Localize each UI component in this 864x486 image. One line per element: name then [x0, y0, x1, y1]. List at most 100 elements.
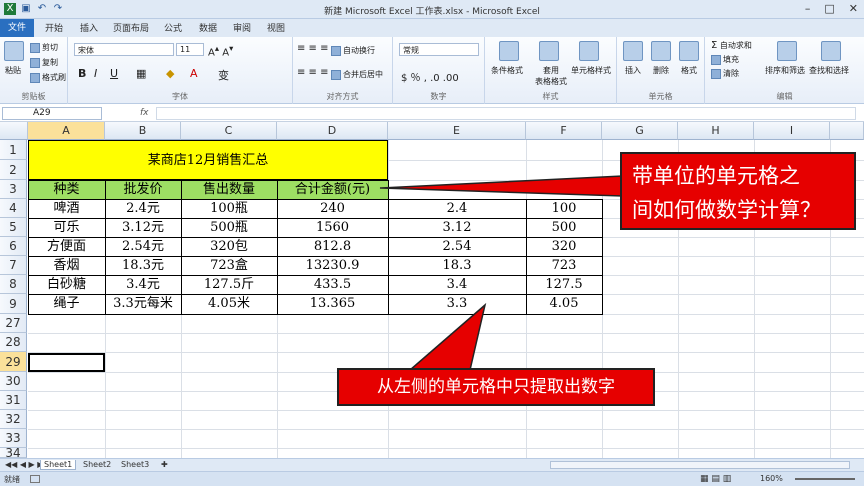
cut-button[interactable]: 剪切: [30, 42, 58, 53]
format-cells-icon[interactable]: [679, 41, 699, 61]
wrap-text-button[interactable]: 自动换行: [331, 45, 375, 56]
table-format-icon[interactable]: [539, 41, 559, 61]
table-cell[interactable]: 3.12元: [105, 218, 181, 237]
table-cell[interactable]: 13230.9: [277, 256, 388, 275]
table-cell[interactable]: 240: [277, 199, 388, 218]
header-cell-total[interactable]: 合计金额(元): [277, 180, 388, 199]
header-cell-quantity[interactable]: 售出数量: [181, 180, 277, 199]
table-cell[interactable]: 4.05米: [181, 294, 277, 314]
tab-view[interactable]: 视图: [267, 21, 285, 34]
table-cell[interactable]: 723: [526, 256, 602, 275]
row-header-7[interactable]: 7: [0, 256, 27, 275]
insert-cells-icon[interactable]: [623, 41, 643, 61]
fill-button[interactable]: 填充: [711, 54, 739, 65]
table-cell[interactable]: 绳子: [28, 294, 105, 314]
merge-center-button[interactable]: 合并后居中: [331, 69, 383, 80]
border-icon[interactable]: ▦: [136, 67, 146, 80]
tab-page-layout[interactable]: 页面布局: [113, 21, 149, 34]
column-header-h[interactable]: H: [678, 122, 754, 140]
row-header-30[interactable]: 30: [0, 372, 27, 391]
underline-button[interactable]: U: [110, 67, 118, 80]
table-cell[interactable]: 18.3元: [105, 256, 181, 275]
close-icon[interactable]: ✕: [849, 2, 858, 15]
font-size-select[interactable]: 11: [176, 43, 204, 56]
italic-button[interactable]: I: [94, 67, 97, 80]
row-header-9[interactable]: 9: [0, 294, 27, 314]
select-all-corner[interactable]: [0, 122, 28, 140]
row-header-1[interactable]: 1: [0, 140, 27, 160]
column-header-b[interactable]: B: [105, 122, 181, 140]
number-format-icons[interactable]: $ ％ , .0 .00: [401, 69, 459, 84]
table-title[interactable]: 某商店12月销售汇总: [28, 140, 388, 180]
delete-cells-icon[interactable]: [651, 41, 671, 61]
row-header-5[interactable]: 5: [0, 218, 27, 237]
table-format-button[interactable]: 套用 表格格式: [535, 65, 567, 87]
column-header-a[interactable]: A: [28, 122, 105, 140]
find-select-button[interactable]: 查找和选择: [809, 65, 849, 76]
row-header-32[interactable]: 32: [0, 410, 27, 429]
row-header-4[interactable]: 4: [0, 199, 27, 218]
header-cell-wholesale-price[interactable]: 批发价: [105, 180, 181, 199]
active-cell-a29[interactable]: [28, 353, 105, 372]
table-cell[interactable]: 3.3: [388, 294, 526, 314]
table-cell[interactable]: 2.54元: [105, 237, 181, 256]
table-cell[interactable]: 100瓶: [181, 199, 277, 218]
column-header-c[interactable]: C: [181, 122, 277, 140]
table-cell[interactable]: 13.365: [277, 294, 388, 314]
cell-styles-button[interactable]: 单元格样式: [571, 65, 611, 76]
font-color-icon[interactable]: A: [190, 67, 198, 80]
tab-data[interactable]: 数据: [199, 21, 217, 34]
fill-color-icon[interactable]: ◆: [166, 67, 174, 80]
tab-file[interactable]: 文件: [0, 19, 34, 37]
format-cells-button[interactable]: 格式: [681, 65, 697, 76]
row-header-27[interactable]: 27: [0, 314, 27, 333]
formula-input[interactable]: [156, 107, 856, 120]
fx-icon[interactable]: fx: [140, 108, 149, 118]
table-cell[interactable]: 2.4元: [105, 199, 181, 218]
copy-button[interactable]: 复制: [30, 57, 58, 68]
align-top-icons[interactable]: ≡ ≡ ≡: [297, 43, 329, 54]
font-name-select[interactable]: 宋体: [74, 43, 174, 56]
sheet-tab-1[interactable]: Sheet1: [40, 460, 77, 470]
column-header-i[interactable]: I: [754, 122, 830, 140]
table-cell[interactable]: 433.5: [277, 275, 388, 294]
horizontal-scrollbar[interactable]: [550, 461, 850, 469]
tab-review[interactable]: 审阅: [233, 21, 251, 34]
table-cell[interactable]: 100: [526, 199, 602, 218]
zoom-level[interactable]: 160%: [760, 474, 783, 483]
autosum-button[interactable]: Σ 自动求和: [711, 40, 752, 51]
format-painter-button[interactable]: 格式刷: [30, 72, 66, 83]
table-cell[interactable]: 18.3: [388, 256, 526, 275]
insert-sheet-icon[interactable]: ✚: [158, 460, 171, 469]
paste-icon[interactable]: [4, 41, 24, 61]
sheet-tab-3[interactable]: Sheet3: [118, 460, 152, 469]
table-cell[interactable]: 2.4: [388, 199, 526, 218]
table-cell[interactable]: 4.05: [526, 294, 602, 314]
find-select-icon[interactable]: [821, 41, 841, 61]
row-header-28[interactable]: 28: [0, 333, 27, 352]
cell-styles-icon[interactable]: [579, 41, 599, 61]
table-cell[interactable]: 香烟: [28, 256, 105, 275]
insert-cells-button[interactable]: 插入: [625, 65, 641, 76]
header-cell-category[interactable]: 种类: [28, 180, 105, 199]
table-cell[interactable]: 500: [526, 218, 602, 237]
table-cell[interactable]: 812.8: [277, 237, 388, 256]
font-size-buttons[interactable]: A▴ A▾: [208, 43, 233, 58]
column-header-partial[interactable]: [830, 122, 864, 140]
clear-button[interactable]: 清除: [711, 68, 739, 79]
row-header-8[interactable]: 8: [0, 275, 27, 294]
table-cell[interactable]: 可乐: [28, 218, 105, 237]
align-center-icons[interactable]: ≡ ≡ ≡: [297, 67, 329, 78]
table-cell[interactable]: 1560: [277, 218, 388, 237]
table-cell[interactable]: 500瓶: [181, 218, 277, 237]
phonetic-icon[interactable]: 变: [218, 67, 229, 83]
table-cell[interactable]: 3.3元每米: [105, 294, 181, 314]
row-header-29[interactable]: 29: [0, 352, 27, 372]
table-cell[interactable]: 723盒: [181, 256, 277, 275]
row-header-31[interactable]: 31: [0, 391, 27, 410]
view-buttons[interactable]: ▦ ▤ ▥: [700, 474, 731, 484]
conditional-format-button[interactable]: 条件格式: [491, 65, 523, 76]
column-header-f[interactable]: F: [526, 122, 602, 140]
table-cell[interactable]: 啤酒: [28, 199, 105, 218]
conditional-format-icon[interactable]: [499, 41, 519, 61]
